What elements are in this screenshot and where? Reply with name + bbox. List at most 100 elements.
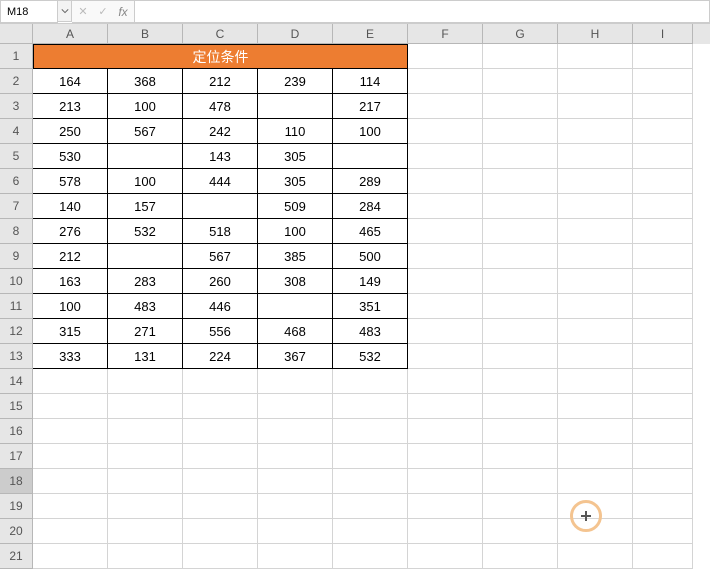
cell[interactable] <box>633 294 693 319</box>
cell[interactable] <box>33 419 108 444</box>
merged-header-cell[interactable]: 定位条件 <box>33 44 408 69</box>
cell[interactable] <box>483 544 558 569</box>
cell[interactable] <box>483 44 558 69</box>
cell[interactable] <box>408 294 483 319</box>
cell[interactable] <box>483 319 558 344</box>
cell[interactable] <box>558 219 633 244</box>
cell[interactable] <box>258 494 333 519</box>
cell[interactable] <box>333 419 408 444</box>
cell[interactable] <box>633 469 693 494</box>
cell[interactable]: 518 <box>183 219 258 244</box>
cell[interactable]: 532 <box>108 219 183 244</box>
column-header[interactable]: I <box>633 24 693 44</box>
cell[interactable] <box>483 119 558 144</box>
cell[interactable] <box>333 469 408 494</box>
column-header[interactable]: H <box>558 24 633 44</box>
cell[interactable] <box>558 494 633 519</box>
row-header[interactable]: 20 <box>0 519 33 544</box>
cell[interactable]: 289 <box>333 169 408 194</box>
cell[interactable] <box>558 369 633 394</box>
cell[interactable] <box>183 419 258 444</box>
cell[interactable] <box>33 444 108 469</box>
cell[interactable] <box>108 144 183 169</box>
cell[interactable]: 483 <box>108 294 183 319</box>
cell[interactable] <box>633 244 693 269</box>
row-header[interactable]: 12 <box>0 319 33 344</box>
row-header[interactable]: 11 <box>0 294 33 319</box>
row-header[interactable]: 5 <box>0 144 33 169</box>
cell[interactable]: 368 <box>108 69 183 94</box>
cell[interactable]: 483 <box>333 319 408 344</box>
cell[interactable] <box>633 394 693 419</box>
cell[interactable] <box>633 169 693 194</box>
cell[interactable] <box>633 44 693 69</box>
cell[interactable] <box>408 144 483 169</box>
column-header[interactable]: E <box>333 24 408 44</box>
cell[interactable]: 446 <box>183 294 258 319</box>
cell[interactable]: 500 <box>333 244 408 269</box>
cell[interactable] <box>558 419 633 444</box>
row-header[interactable]: 1 <box>0 44 33 69</box>
cell[interactable]: 567 <box>183 244 258 269</box>
row-header[interactable]: 19 <box>0 494 33 519</box>
cell[interactable] <box>108 244 183 269</box>
cell[interactable] <box>408 319 483 344</box>
cell[interactable] <box>108 469 183 494</box>
cell[interactable] <box>558 244 633 269</box>
column-header[interactable]: D <box>258 24 333 44</box>
cell[interactable] <box>633 369 693 394</box>
cell[interactable] <box>408 119 483 144</box>
cell[interactable] <box>333 394 408 419</box>
cell[interactable] <box>183 544 258 569</box>
cell[interactable] <box>633 119 693 144</box>
cell[interactable] <box>633 519 693 544</box>
row-header[interactable]: 13 <box>0 344 33 369</box>
cell[interactable]: 465 <box>333 219 408 244</box>
cell[interactable]: 567 <box>108 119 183 144</box>
row-header[interactable]: 3 <box>0 94 33 119</box>
cell[interactable] <box>633 544 693 569</box>
cell[interactable] <box>633 344 693 369</box>
cell[interactable]: 100 <box>333 119 408 144</box>
cell[interactable] <box>483 344 558 369</box>
cell[interactable] <box>258 544 333 569</box>
fx-icon[interactable]: fx <box>116 5 130 19</box>
cell[interactable] <box>558 344 633 369</box>
cell[interactable]: 283 <box>108 269 183 294</box>
cell[interactable] <box>483 244 558 269</box>
cell[interactable]: 100 <box>108 169 183 194</box>
row-header[interactable]: 4 <box>0 119 33 144</box>
cell[interactable] <box>183 369 258 394</box>
cell[interactable] <box>558 69 633 94</box>
cell[interactable]: 532 <box>333 344 408 369</box>
cell[interactable] <box>183 519 258 544</box>
cell[interactable] <box>333 544 408 569</box>
cell[interactable]: 100 <box>108 94 183 119</box>
row-header[interactable]: 7 <box>0 194 33 219</box>
cell[interactable]: 140 <box>33 194 108 219</box>
cell[interactable]: 213 <box>33 94 108 119</box>
cell[interactable] <box>633 319 693 344</box>
cell[interactable] <box>483 369 558 394</box>
cell[interactable] <box>258 419 333 444</box>
cell[interactable] <box>258 444 333 469</box>
cell[interactable] <box>483 194 558 219</box>
cell[interactable] <box>183 494 258 519</box>
cell[interactable] <box>483 94 558 119</box>
row-header[interactable]: 2 <box>0 69 33 94</box>
cell[interactable] <box>483 294 558 319</box>
cell[interactable] <box>483 169 558 194</box>
cell[interactable]: 224 <box>183 344 258 369</box>
cell[interactable] <box>333 144 408 169</box>
cell[interactable]: 143 <box>183 144 258 169</box>
cell[interactable]: 239 <box>258 69 333 94</box>
cell[interactable]: 284 <box>333 194 408 219</box>
cell[interactable]: 164 <box>33 69 108 94</box>
cell[interactable] <box>558 394 633 419</box>
cell[interactable] <box>558 194 633 219</box>
row-header[interactable]: 15 <box>0 394 33 419</box>
cell[interactable]: 217 <box>333 94 408 119</box>
cell[interactable]: 100 <box>258 219 333 244</box>
row-header[interactable]: 18 <box>0 469 33 494</box>
cell[interactable] <box>408 444 483 469</box>
